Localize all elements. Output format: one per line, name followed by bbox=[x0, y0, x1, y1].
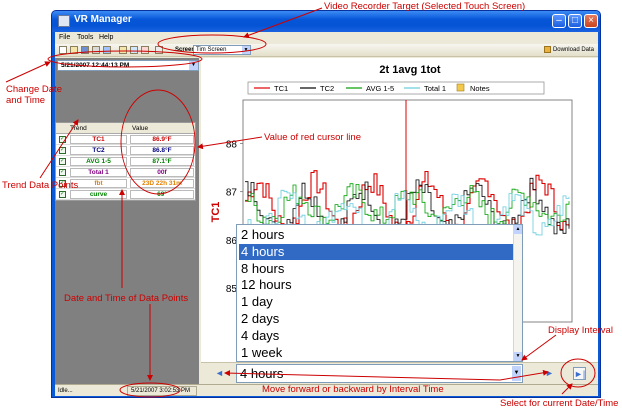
app-icon bbox=[58, 15, 70, 27]
interval-option[interactable]: 4 hours bbox=[239, 243, 514, 260]
trend-value: 00f bbox=[130, 168, 194, 177]
screen-select[interactable]: Tim Screen ▼ bbox=[193, 45, 251, 55]
video-recorder-annotation: Video Recorder Target (Selected Touch Sc… bbox=[324, 1, 526, 12]
move-annotation: Move forward or backward by Interval Tim… bbox=[262, 384, 444, 395]
trend-name: fbt bbox=[70, 179, 127, 188]
calendar-dropdown-icon: ▼ bbox=[189, 61, 198, 70]
chart-icon[interactable] bbox=[119, 46, 127, 54]
interval-option[interactable]: 8 hours bbox=[239, 261, 514, 277]
interval-option[interactable]: 12 hours bbox=[239, 277, 514, 293]
status-text: Idle... bbox=[58, 388, 73, 394]
print-icon[interactable] bbox=[92, 46, 100, 54]
camera-icon[interactable] bbox=[155, 46, 163, 54]
interval-select[interactable]: 4 hours ▼ bbox=[236, 364, 523, 383]
trend-value: 87.1°F bbox=[130, 157, 194, 166]
dropdown-scrollbar[interactable]: ▲ ▼ bbox=[513, 225, 522, 361]
close-button[interactable]: × bbox=[584, 14, 598, 28]
trend-table-header: Trend Value bbox=[56, 123, 195, 134]
select-current-annotation: Select for current Date/Time bbox=[500, 398, 619, 409]
window-title: VR Manager bbox=[74, 14, 132, 25]
interval-dropdown-list: 2 hours 4 hours 8 hours 12 hours 1 day 2 days… bbox=[236, 224, 523, 362]
scroll-up-icon[interactable]: ▲ bbox=[514, 225, 522, 234]
trend-column-header: Trend bbox=[70, 125, 87, 132]
interval-option[interactable]: 1 day bbox=[239, 294, 514, 310]
menu-tools[interactable]: Tools bbox=[77, 34, 93, 41]
trend-checkbox[interactable]: ✓ bbox=[59, 169, 66, 176]
change-date-arrow bbox=[5, 61, 51, 83]
chevron-down-icon: ▼ bbox=[242, 46, 250, 54]
date-time-value: 5/21/2007 12:44:13 PM bbox=[61, 62, 130, 69]
trend-name: Total 1 bbox=[70, 168, 127, 177]
trend-name: TC1 bbox=[70, 135, 127, 144]
trend-row[interactable]: ✓ AVG 1-5 87.1°F bbox=[56, 156, 195, 167]
table-icon[interactable] bbox=[130, 46, 138, 54]
download-data-label: Download Data bbox=[552, 47, 594, 54]
trend-row[interactable]: ✓ TC2 86.8°F bbox=[56, 145, 195, 156]
value-column-header: Value bbox=[132, 125, 149, 132]
trend-row[interactable]: ✓ TC1 86.9°F bbox=[56, 134, 195, 145]
interval-option[interactable]: 2 hours bbox=[239, 227, 514, 243]
trend-checkbox[interactable]: ✓ bbox=[59, 147, 66, 154]
trend-points-annotation: Trend Data Points bbox=[2, 180, 79, 191]
download-icon bbox=[544, 46, 552, 53]
trend-value: 69° bbox=[130, 190, 194, 199]
screen-select-value: Tim Screen bbox=[196, 47, 227, 53]
menu-file[interactable]: File bbox=[59, 34, 70, 41]
trend-name: TC2 bbox=[70, 146, 127, 155]
interval-select-value: 4 hours bbox=[240, 366, 284, 381]
trend-checkbox[interactable]: ✓ bbox=[59, 136, 66, 143]
download-data-button[interactable]: Download Data bbox=[544, 46, 594, 53]
save-icon[interactable] bbox=[81, 46, 89, 54]
cursor-value-annotation: Value of red cursor line bbox=[264, 132, 361, 143]
status-datetime: 5/21/2007 3:02:53 PM bbox=[127, 386, 197, 396]
interval-option[interactable]: 2 days bbox=[239, 311, 514, 327]
title-bar[interactable]: VR Manager – □ × bbox=[52, 11, 600, 32]
date-time-picker[interactable]: 5/21/2007 12:44:13 PM ▼ bbox=[57, 60, 199, 71]
interval-option[interactable]: 4 days bbox=[239, 328, 514, 344]
display-interval-annotation: Display Interval bbox=[548, 325, 613, 336]
new-icon[interactable] bbox=[59, 46, 67, 54]
maximize-button[interactable]: □ bbox=[568, 14, 582, 28]
trend-value: 23D 22h 31m bbox=[130, 179, 194, 188]
trend-name: AVG 1-5 bbox=[70, 157, 127, 166]
toolbar: Screen: Tim Screen ▼ Download Data bbox=[55, 44, 598, 57]
export-icon[interactable] bbox=[141, 46, 149, 54]
menu-help[interactable]: Help bbox=[99, 34, 113, 41]
trend-checkbox[interactable]: ✓ bbox=[59, 191, 66, 198]
trend-value: 86.9°F bbox=[130, 135, 194, 144]
scroll-down-icon[interactable]: ▼ bbox=[514, 352, 522, 361]
screenshot-stage: VR Manager – □ × File Tools Help Screen:… bbox=[0, 0, 622, 411]
left-panel: 5/21/2007 12:44:13 PM ▼ Trend Value ✓ TC1… bbox=[55, 58, 199, 396]
minimize-button[interactable]: – bbox=[552, 14, 566, 28]
menu-bar: File Tools Help bbox=[55, 32, 598, 44]
chevron-down-icon: ▼ bbox=[512, 366, 521, 381]
change-date-annotation: Change Date and Time bbox=[6, 84, 62, 106]
trend-value: 86.8°F bbox=[130, 146, 194, 155]
trend-name: curve bbox=[70, 190, 127, 199]
settings-icon[interactable] bbox=[103, 46, 111, 54]
interval-option[interactable]: 1 week bbox=[239, 345, 514, 361]
open-folder-icon[interactable] bbox=[70, 46, 78, 54]
back-interval-button[interactable]: ◄ bbox=[213, 367, 226, 380]
date-time-points-annotation: Date and Time of Data Points bbox=[64, 293, 189, 304]
current-time-button[interactable]: ►| bbox=[573, 367, 586, 380]
forward-interval-button[interactable]: ► bbox=[543, 367, 556, 380]
trend-row[interactable]: ✓ Total 1 00f bbox=[56, 167, 195, 178]
trend-checkbox[interactable]: ✓ bbox=[59, 158, 66, 165]
